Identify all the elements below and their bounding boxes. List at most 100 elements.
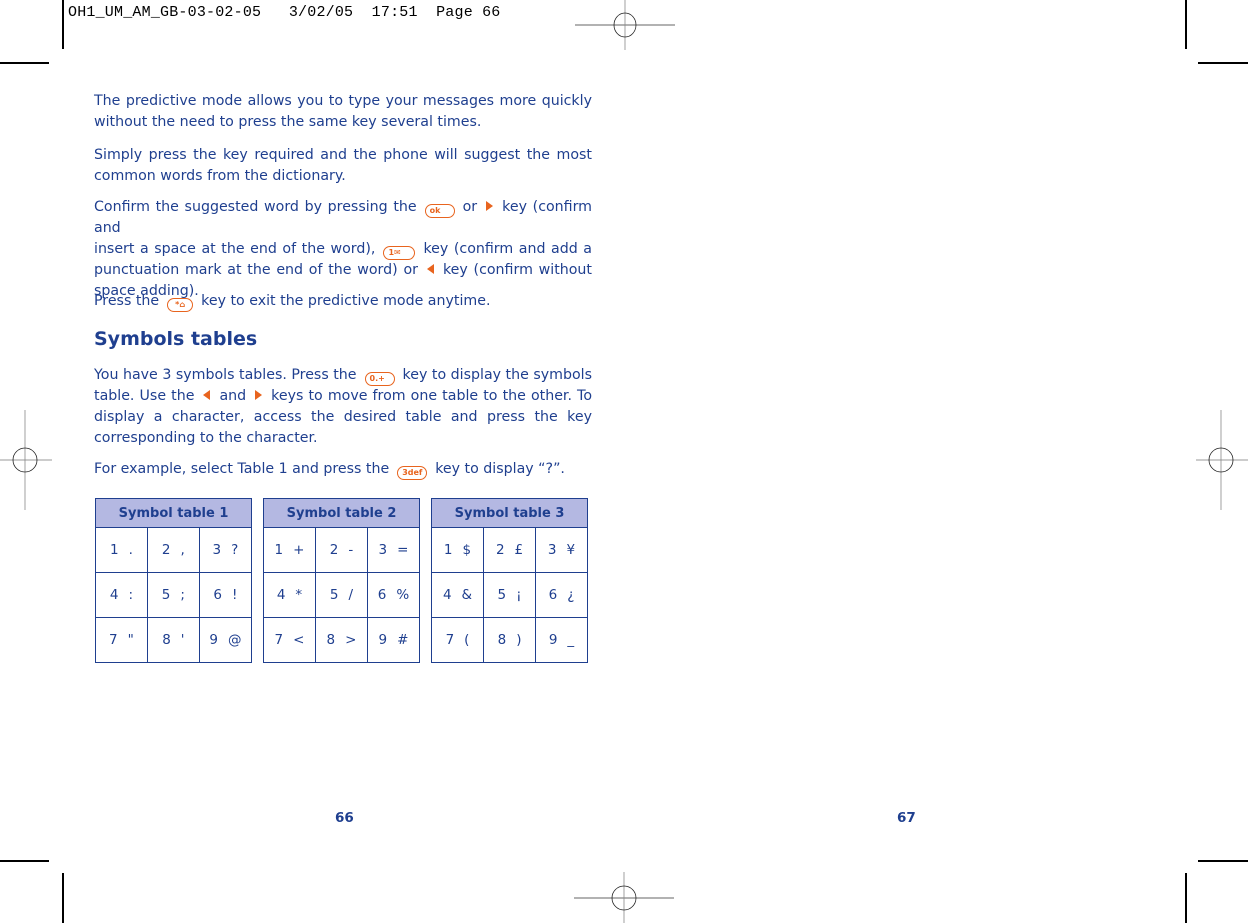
key-number: 8 [162, 632, 171, 648]
table-cell: 4 * [263, 572, 316, 618]
one-key-icon: 1✉ [383, 246, 416, 260]
page-number-right: 67 [897, 810, 916, 826]
crop-mark-tr-v [1185, 0, 1187, 49]
text-line: The predictive mode allows you to type y… [94, 93, 592, 109]
table-cell: 9 _ [535, 617, 588, 663]
paragraph-confirm: Confirm the suggested word by pressing t… [94, 197, 592, 302]
table-cell: 4 & [430, 572, 485, 618]
symbol: * [295, 587, 303, 603]
table-row: 7 " 8 ' 9 @ [95, 617, 253, 663]
symbol: % [396, 587, 410, 603]
text-line: common words from the dictionary. [94, 168, 346, 184]
symbol: ' [180, 632, 185, 648]
key-number: 6 [213, 587, 222, 603]
key-number: 5 [161, 587, 171, 603]
symbol: ( [464, 632, 470, 648]
symbol: < [293, 632, 305, 648]
printer-slug: OH1_UM_AM_GB-03-02-05 3/02/05 17:51 Page… [68, 4, 501, 21]
symbol: / [348, 587, 354, 603]
key-number: 9 [209, 632, 218, 648]
table-cell: 7( [430, 617, 485, 663]
table-cell: 2, [146, 527, 200, 573]
symbol-table-2: Symbol table 2 1 + 2- 3 = 4 * 5/ 6% 7 < 8 > 9… [263, 498, 421, 663]
symbol: + [293, 542, 305, 558]
key-number: 4 [276, 587, 286, 603]
text: and [219, 388, 247, 404]
registration-mark-left [0, 410, 52, 510]
text: insert a space at the end of the word), [94, 241, 376, 257]
key-number: 4 [109, 587, 119, 603]
symbol: & [461, 587, 473, 603]
text: key (confirm without [442, 262, 592, 278]
symbol: £ [514, 542, 524, 558]
crop-mark-tl-v [62, 0, 64, 49]
key-number: 8 [497, 632, 507, 648]
text: or [462, 199, 478, 215]
symbol: = [397, 542, 409, 558]
left-arrow-key-icon [426, 264, 434, 274]
key-number: 7 [274, 632, 284, 648]
slug-time: 17:51 [371, 4, 418, 21]
star-key-icon: *⌂ [167, 298, 194, 312]
key-number: 3 [547, 542, 557, 558]
text-line: Press the *⌂ key to exit the predictive mo… [94, 291, 592, 312]
table-cell: 6% [366, 572, 421, 618]
section-heading: Symbols tables [94, 328, 258, 350]
zero-key-icon: 0.+ [364, 372, 395, 386]
table-cell: 3? [198, 527, 253, 573]
text: key to display the symbols [402, 367, 592, 383]
paragraph-example: For example, select Table 1 and press th… [94, 459, 592, 480]
table-title: Symbol table 3 [431, 498, 588, 528]
paragraph-symbols: You have 3 symbols tables. Press the 0.+ k… [94, 365, 592, 449]
key-number: 4 [442, 587, 452, 603]
symbol: , [180, 542, 185, 558]
key-number: 5 [329, 587, 339, 603]
text: Press the [94, 293, 160, 309]
symbol: ; [180, 587, 185, 603]
paragraph-suggest: Simply press the key required and the ph… [94, 145, 592, 187]
crop-mark-br-v [1185, 873, 1187, 923]
text-line: You have 3 symbols tables. Press the 0.+ k… [94, 365, 592, 386]
table-row: 1. 2, 3? [95, 527, 253, 573]
crop-mark-br-h [1198, 860, 1248, 862]
table-cell: 5; [146, 572, 200, 618]
symbol: $ [462, 542, 472, 558]
right-arrow-key-icon [486, 201, 494, 211]
table-cell: 9 @ [198, 617, 253, 663]
symbol: ¡ [516, 587, 522, 603]
symbol: . [128, 542, 133, 558]
symbol: ) [516, 632, 522, 648]
text: Confirm the suggested word by pressing t… [94, 199, 417, 215]
symbol: - [348, 542, 354, 558]
symbol: ¿ [567, 587, 575, 603]
table-cell: 5 ¡ [483, 572, 537, 618]
slug-date: 3/02/05 [288, 4, 354, 21]
text-line: Confirm the suggested word by pressing t… [94, 197, 592, 239]
table-cell: 7 " [95, 617, 148, 663]
table-cell: 9 # [366, 617, 421, 663]
table-row: 4 * 5/ 6% [263, 572, 421, 618]
text-line: table. Use the and keys to move from one t… [94, 386, 592, 407]
key-number: 3 [378, 542, 388, 558]
ok-key-icon: ok [424, 204, 455, 218]
text-line: For example, select Table 1 and press th… [94, 459, 592, 480]
text: key to display “?”. [435, 461, 565, 477]
symbol: ? [231, 542, 239, 558]
slug-page: Page 66 [436, 4, 501, 21]
three-key-icon: 3def [397, 466, 428, 480]
symbol: " [127, 632, 134, 648]
text-line: Simply press the key required and the ph… [94, 147, 592, 163]
text-line: display a character, access the desired … [94, 409, 592, 425]
text: punctuation mark at the end of the word)… [94, 262, 418, 278]
key-number: 3 [212, 542, 222, 558]
table-cell: 5/ [314, 572, 368, 618]
crop-mark-tl-h [0, 62, 49, 64]
key-number: 1 [110, 542, 119, 558]
right-arrow-key-icon [255, 390, 263, 400]
text: table. Use the [94, 388, 195, 404]
crop-mark-bl-v [62, 873, 64, 923]
page-number-left: 66 [335, 810, 354, 826]
table-cell: 8 ' [146, 617, 200, 663]
key-number: 7 [445, 632, 455, 648]
symbol: ¥ [566, 542, 576, 558]
